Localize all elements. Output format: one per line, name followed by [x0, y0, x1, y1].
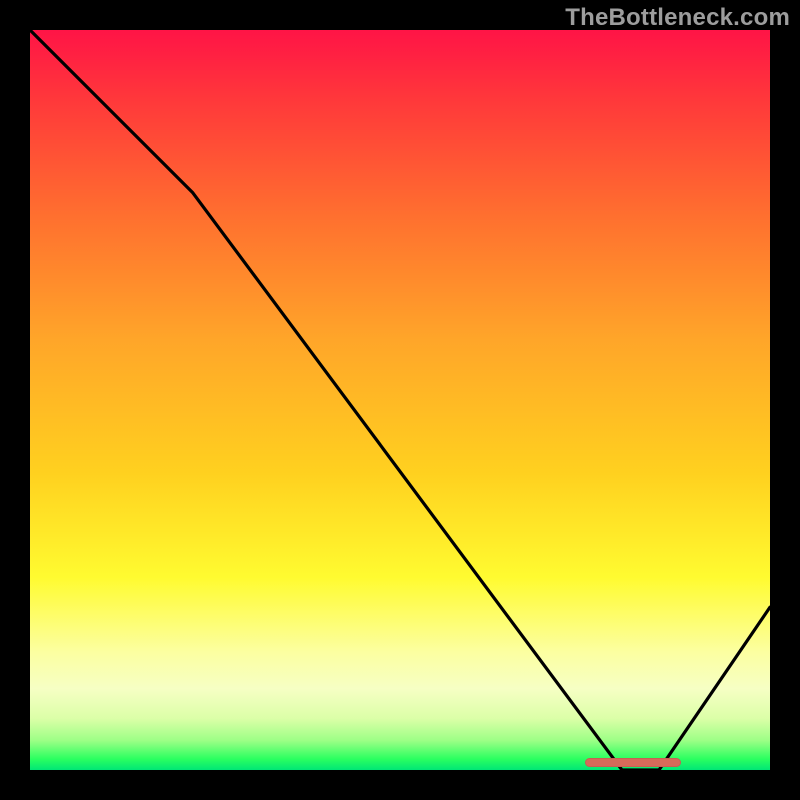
bottleneck-curve	[30, 30, 770, 770]
chart-frame: TheBottleneck.com	[0, 0, 800, 800]
curve-path	[30, 30, 770, 770]
optimal-marker	[585, 758, 681, 767]
attribution-text: TheBottleneck.com	[565, 4, 790, 32]
plot-wrap	[30, 30, 770, 770]
plot-area	[30, 30, 770, 770]
